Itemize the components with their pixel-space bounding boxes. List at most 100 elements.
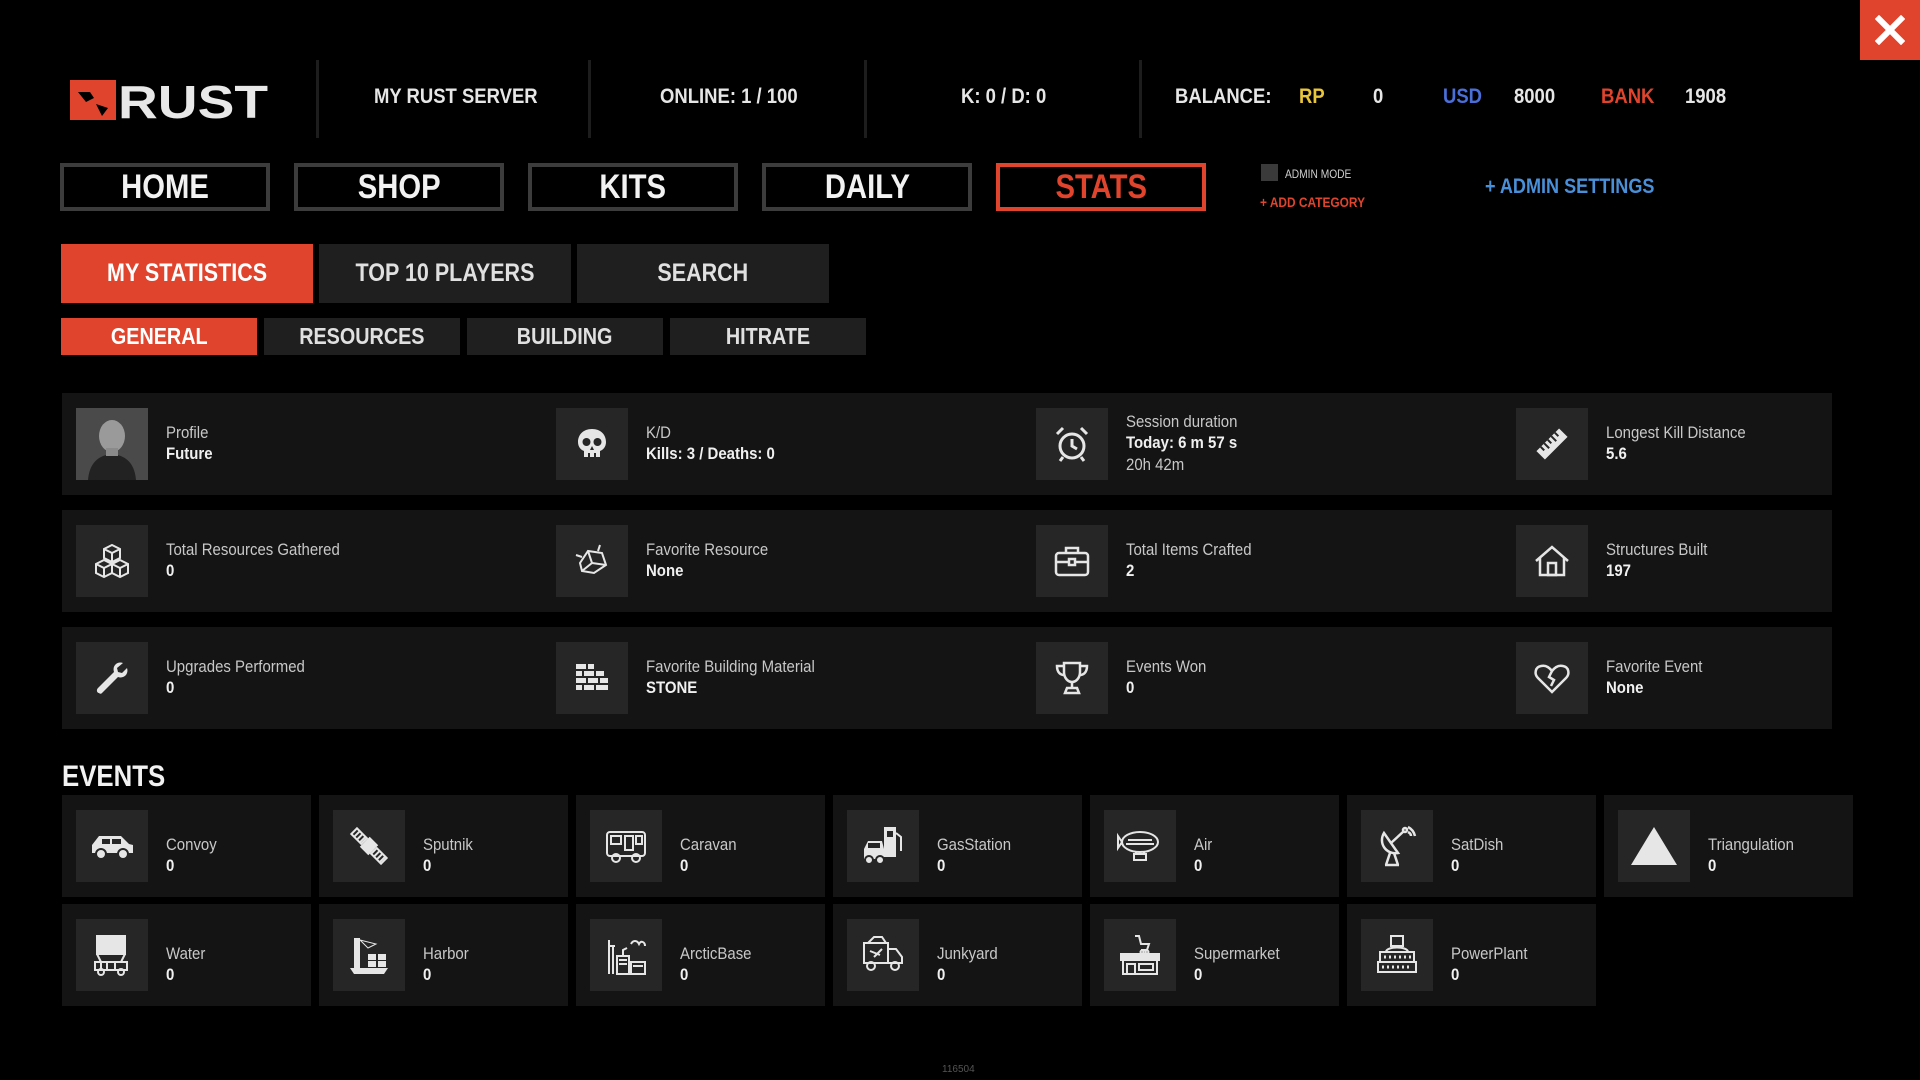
stat-value: 0	[166, 561, 175, 580]
event-water[interactable]: Water 0	[62, 904, 311, 1006]
stat-label: Favorite Event	[1606, 657, 1703, 676]
ore-icon	[556, 525, 628, 597]
stats-row: Upgrades Performed 0 Favorite Building M…	[62, 627, 1832, 729]
cubes-icon	[76, 525, 148, 597]
stat-kd: K/D Kills: 3 / Deaths: 0	[542, 393, 1022, 495]
ruler-icon	[1516, 408, 1588, 480]
stat-events-won: Events Won 0	[1022, 627, 1502, 729]
event-value: 0	[166, 965, 175, 984]
filter-resources[interactable]: RESOURCES	[264, 318, 460, 355]
header-divider	[316, 60, 319, 138]
skull-icon	[556, 408, 628, 480]
event-name: SatDish	[1451, 835, 1504, 854]
truck-icon	[847, 919, 919, 991]
tab-shop[interactable]: SHOP	[294, 163, 504, 211]
tab-kits[interactable]: KITS	[528, 163, 738, 211]
event-name: GasStation	[937, 835, 1012, 854]
event-supermarket[interactable]: Supermarket 0	[1090, 904, 1339, 1006]
stat-label: Total Resources Gathered	[166, 540, 340, 559]
stat-label: Structures Built	[1606, 540, 1708, 559]
svg-text:RUST: RUST	[118, 78, 268, 122]
event-name: Water	[166, 944, 206, 963]
event-junkyard[interactable]: Junkyard 0	[833, 904, 1082, 1006]
tab-stats[interactable]: STATS	[996, 163, 1206, 211]
header-divider	[1139, 60, 1142, 138]
stat-value: 0	[166, 678, 175, 697]
event-sputnik[interactable]: Sputnik 0	[319, 795, 568, 897]
stat-fav-resource: Favorite Resource None	[542, 510, 1022, 612]
event-value: 0	[680, 965, 689, 984]
triangle-icon	[1618, 810, 1690, 882]
event-powerplant[interactable]: PowerPlant 0	[1347, 904, 1596, 1006]
event-value: 0	[1451, 965, 1460, 984]
stat-label: Profile	[166, 423, 209, 442]
event-harbor[interactable]: Harbor 0	[319, 904, 568, 1006]
event-air[interactable]: Air 0	[1090, 795, 1339, 897]
stat-label: Events Won	[1126, 657, 1207, 676]
event-name: Caravan	[680, 835, 737, 854]
stat-value-secondary: 20h 42m	[1126, 455, 1185, 474]
event-caravan[interactable]: Caravan 0	[576, 795, 825, 897]
event-satdish[interactable]: SatDish 0	[1347, 795, 1596, 897]
filter-building[interactable]: BUILDING	[467, 318, 663, 355]
stat-label: Favorite Resource	[646, 540, 769, 559]
rust-logo: RUST	[70, 78, 270, 122]
stat-profile: Profile Future	[62, 393, 542, 495]
power-plant-icon	[1361, 919, 1433, 991]
rp-label: RP	[1299, 85, 1325, 108]
stat-label: Favorite Building Material	[646, 657, 815, 676]
stat-label: Longest Kill Distance	[1606, 423, 1746, 442]
footer-id: 116504	[942, 1064, 975, 1075]
stat-session: Session duration Today: 6 m 57 s 20h 42m	[1022, 393, 1502, 495]
event-arcticbase[interactable]: ArcticBase 0	[576, 904, 825, 1006]
event-value: 0	[1708, 856, 1717, 875]
subtab-search[interactable]: SEARCH	[577, 244, 829, 303]
stat-label: Session duration	[1126, 412, 1238, 431]
broken-heart-icon	[1516, 642, 1588, 714]
event-name: ArcticBase	[680, 944, 752, 963]
stats-row: Total Resources Gathered 0 Favorite Reso…	[62, 510, 1832, 612]
add-category-button[interactable]: + ADD CATEGORY	[1260, 194, 1365, 210]
subtab-top-10-players[interactable]: TOP 10 PLAYERS	[319, 244, 571, 303]
stat-resources: Total Resources Gathered 0	[62, 510, 542, 612]
rp-value: 0	[1373, 85, 1384, 108]
event-name: Sputnik	[423, 835, 473, 854]
event-value: 0	[423, 856, 432, 875]
tab-home[interactable]: HOME	[60, 163, 270, 211]
event-value: 0	[166, 856, 175, 875]
event-name: Supermarket	[1194, 944, 1280, 963]
event-triangulation[interactable]: Triangulation 0	[1604, 795, 1853, 897]
gas-station-icon	[847, 810, 919, 882]
balance-label: BALANCE:	[1175, 85, 1272, 108]
satellite-icon	[333, 810, 405, 882]
stat-value: STONE	[646, 678, 698, 697]
stat-value: None	[1606, 678, 1644, 697]
event-name: Harbor	[423, 944, 469, 963]
close-button[interactable]	[1860, 0, 1920, 60]
usd-label: USD	[1443, 85, 1483, 108]
stat-label: K/D	[646, 423, 671, 442]
filter-hitrate[interactable]: HITRATE	[670, 318, 866, 355]
admin-mode-checkbox[interactable]	[1261, 164, 1278, 181]
bank-label: BANK	[1601, 85, 1655, 108]
car-icon	[76, 810, 148, 882]
header-divider	[864, 60, 867, 138]
event-convoy[interactable]: Convoy 0	[62, 795, 311, 897]
event-gasstation[interactable]: GasStation 0	[833, 795, 1082, 897]
stat-value: Today: 6 m 57 s	[1126, 433, 1238, 452]
stat-longest-kill: Longest Kill Distance 5.6	[1502, 393, 1920, 495]
water-tower-icon	[76, 919, 148, 991]
events-title: EVENTS	[62, 760, 166, 793]
house-icon	[1516, 525, 1588, 597]
tab-daily[interactable]: DAILY	[762, 163, 972, 211]
stats-row: Profile Future K/D Kills: 3 / Deaths: 0 …	[62, 393, 1832, 495]
close-icon	[1875, 15, 1905, 45]
stat-value: None	[646, 561, 684, 580]
event-name: PowerPlant	[1451, 944, 1528, 963]
supermarket-icon	[1104, 919, 1176, 991]
admin-settings-button[interactable]: + ADMIN SETTINGS	[1485, 175, 1654, 199]
filter-general[interactable]: GENERAL	[61, 318, 257, 355]
bank-value: 1908	[1685, 85, 1727, 108]
subtab-my-statistics[interactable]: MY STATISTICS	[61, 244, 313, 303]
stat-fav-material: Favorite Building Material STONE	[542, 627, 1022, 729]
